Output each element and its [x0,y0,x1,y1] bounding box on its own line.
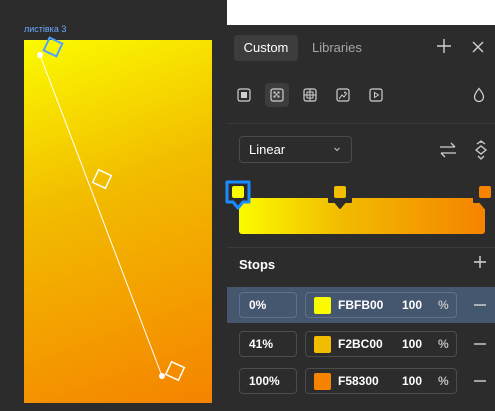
stop-position-input[interactable]: 41% [239,331,297,357]
stop-hex[interactable]: FBFB00 [338,293,383,317]
pattern-fill-icon[interactable] [331,83,355,107]
rotate-icon[interactable] [470,137,492,163]
divider [227,247,495,248]
app-root: листівка 3 Custom Libraries Linear Stops… [0,0,495,411]
top-strip [227,0,495,25]
artboard-label[interactable]: листівка 3 [24,24,66,34]
video-fill-icon[interactable] [364,83,388,107]
color-swatch[interactable] [314,373,331,390]
stop-color-field[interactable]: F2BC00 100 % [305,331,457,357]
stop-row[interactable]: 100% F58300 100 % [227,363,495,399]
swap-icon[interactable] [437,137,459,163]
gradient-fill-icon[interactable] [265,83,289,107]
stop-opacity[interactable]: 100 [402,332,422,356]
drop-icon[interactable] [467,83,491,107]
stop-marker-41[interactable] [326,179,354,211]
close-icon[interactable] [467,35,489,61]
divider [227,123,495,124]
gradient-type-value: Linear [249,142,286,157]
solid-fill-icon[interactable] [232,83,256,107]
tab-custom[interactable]: Custom [234,35,298,61]
stop-marker-0[interactable] [224,179,252,211]
stop-opacity-unit: % [438,337,449,351]
stop-color-field[interactable]: F58300 100 % [305,368,457,394]
remove-stop-button[interactable] [470,331,490,357]
stop-opacity-unit: % [438,374,449,388]
color-swatch[interactable] [314,297,331,314]
stop-hex[interactable]: F2BC00 [338,332,383,356]
stop-position-input[interactable]: 100% [239,368,297,394]
stop-opacity[interactable]: 100 [402,293,422,317]
stop-hex[interactable]: F58300 [338,369,379,393]
stop-marker-100[interactable] [471,179,495,211]
color-swatch[interactable] [314,336,331,353]
panel-tabs: Custom Libraries [227,25,495,71]
image-fill-icon[interactable] [298,83,322,107]
gradient-preview-bar[interactable] [239,198,485,234]
fill-type-bar [227,83,495,109]
gradient-end-dot[interactable] [159,373,165,379]
plus-icon[interactable] [433,35,455,61]
stop-row[interactable]: 41% F2BC00 100 % [227,326,495,362]
remove-stop-button[interactable] [470,292,490,318]
add-stop-button[interactable] [470,251,490,275]
stop-row[interactable]: 0% FBFB00 100 % [227,287,495,323]
stop-color-field[interactable]: FBFB00 100 % [305,292,457,318]
artboard[interactable] [24,40,212,403]
remove-stop-button[interactable] [470,368,490,394]
gradient-start-dot[interactable] [37,52,43,58]
stop-opacity-unit: % [438,298,449,312]
chevron-down-icon [333,137,341,172]
stop-opacity[interactable]: 100 [402,369,422,393]
color-panel: Custom Libraries Linear Stops 0% FBFB00 … [224,25,495,411]
stops-title: Stops [239,257,276,272]
tab-libraries[interactable]: Libraries [312,35,362,61]
gradient-type-select[interactable]: Linear [239,136,352,163]
canvas[interactable]: листівка 3 [0,0,227,411]
stop-position-input[interactable]: 0% [239,292,297,318]
